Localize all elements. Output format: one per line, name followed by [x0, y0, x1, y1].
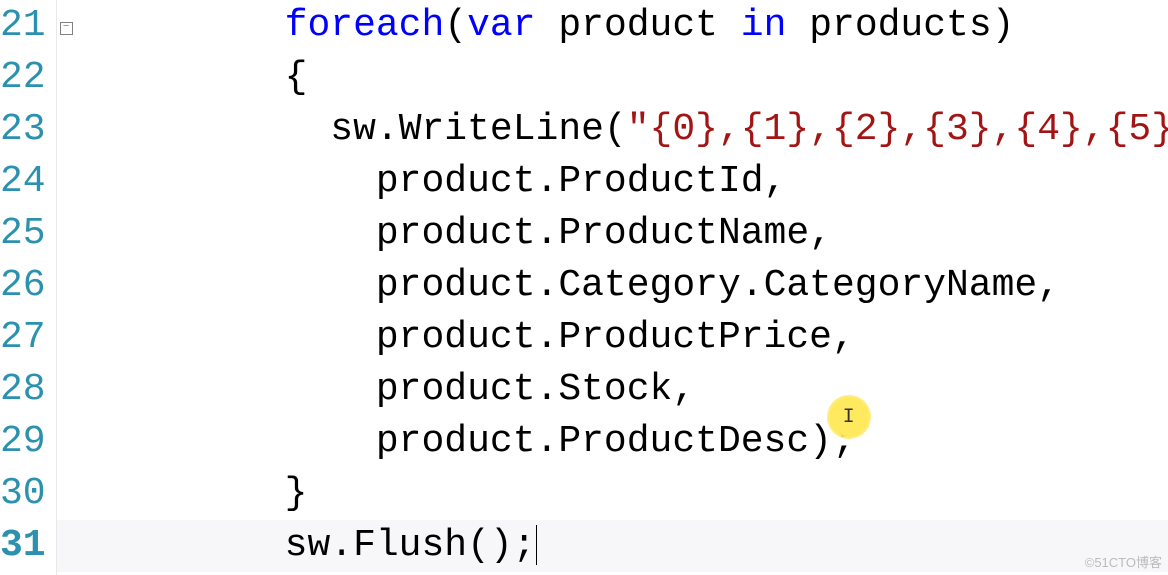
line-number: 21: [0, 0, 46, 52]
property-name: ProductId: [558, 160, 763, 203]
identifier: product: [376, 420, 536, 463]
code-line[interactable]: }: [57, 468, 1168, 520]
paren-open: (: [444, 4, 467, 47]
identifier: products: [809, 4, 991, 47]
code-line[interactable]: product.ProductDesc);: [57, 416, 1168, 468]
code-text-area[interactable]: foreach(var product in products) { sw.Wr…: [57, 0, 1168, 575]
line-number: 27: [0, 312, 46, 364]
property-name: ProductDesc: [558, 420, 809, 463]
keyword-in: in: [741, 4, 787, 47]
property-name: ProductName: [558, 212, 809, 255]
code-editor[interactable]: 21 22 23 24 25 26 27 28 29 30 31 − forea…: [0, 0, 1168, 575]
brace-close: }: [285, 472, 308, 515]
watermark-text: ©51CTO博客: [1085, 552, 1162, 571]
method-name: Flush: [353, 524, 467, 567]
paren-close: ): [992, 4, 1015, 47]
line-number: 25: [0, 208, 46, 260]
identifier: product: [376, 212, 536, 255]
code-line[interactable]: {: [57, 52, 1168, 104]
code-line[interactable]: product.Stock,: [57, 364, 1168, 416]
line-number-gutter: 21 22 23 24 25 26 27 28 29 30 31: [0, 0, 56, 575]
identifier: product: [376, 160, 536, 203]
line-number: 29: [0, 416, 46, 468]
code-line[interactable]: foreach(var product in products): [57, 0, 1168, 52]
keyword-var: var: [467, 4, 535, 47]
line-number: 24: [0, 156, 46, 208]
line-number-current: 31: [0, 520, 46, 572]
line-number: 22: [0, 52, 46, 104]
property-name: CategoryName: [764, 264, 1038, 307]
identifier: product: [376, 264, 536, 307]
code-line[interactable]: product.ProductPrice,: [57, 312, 1168, 364]
keyword-foreach: foreach: [285, 4, 445, 47]
line-number: 26: [0, 260, 46, 312]
text-caret: [536, 525, 537, 565]
method-name: WriteLine: [399, 108, 604, 151]
line-number: 30: [0, 468, 46, 520]
identifier: sw: [330, 108, 376, 151]
code-line[interactable]: product.ProductName,: [57, 208, 1168, 260]
identifier: product: [376, 316, 536, 359]
identifier: sw: [285, 524, 331, 567]
brace-open: {: [285, 56, 308, 99]
code-line[interactable]: product.Category.CategoryName,: [57, 260, 1168, 312]
code-line-current[interactable]: sw.Flush();: [57, 520, 1168, 572]
property-name: Category: [558, 264, 740, 307]
line-number: 23: [0, 104, 46, 156]
line-number: 28: [0, 364, 46, 416]
identifier: product: [376, 368, 536, 411]
code-line[interactable]: sw.WriteLine("{0},{1},{2},{3},{4},{5}",: [57, 104, 1168, 156]
property-name: Stock: [558, 368, 672, 411]
property-name: ProductPrice: [558, 316, 832, 359]
identifier: product: [558, 4, 718, 47]
string-literal: "{0},{1},{2},{3},{4},{5}": [627, 108, 1168, 151]
code-line[interactable]: product.ProductId,: [57, 156, 1168, 208]
